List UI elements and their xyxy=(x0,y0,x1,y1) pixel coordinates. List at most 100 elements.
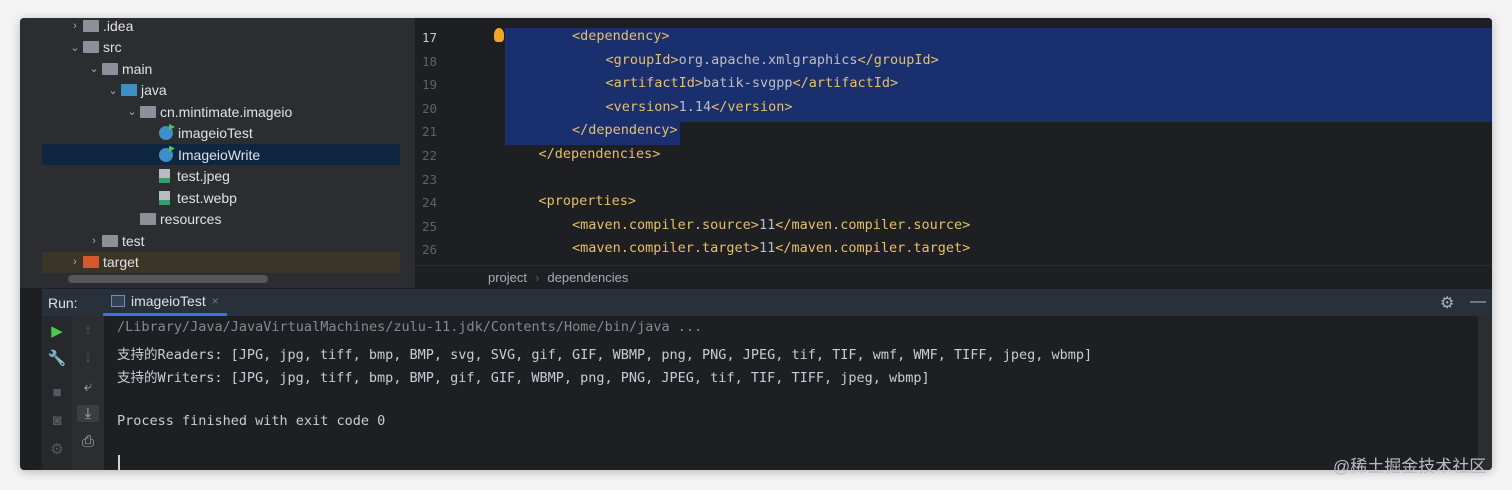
tab-label: imageioTest xyxy=(131,293,206,309)
tree-item-label: test.jpeg xyxy=(177,168,230,184)
tool-window-strip xyxy=(20,18,42,288)
up-arrow-icon[interactable]: ↑ xyxy=(77,322,99,339)
minimize-icon[interactable]: — xyxy=(1470,293,1486,311)
tree-item[interactable]: resources xyxy=(42,209,400,230)
tree-item[interactable]: › .idea xyxy=(42,18,400,36)
breadcrumb-item-dependencies[interactable]: dependencies xyxy=(547,270,628,285)
run-label: Run: xyxy=(48,295,103,311)
code-line: <maven.compiler.target>11</maven.compile… xyxy=(572,240,970,256)
tree-item[interactable]: › test xyxy=(42,230,400,251)
line-number: 22 xyxy=(415,148,437,163)
source-folder-icon xyxy=(121,84,137,96)
code-line: <maven.compiler.source>11</maven.compile… xyxy=(572,217,970,233)
code-tag: <maven.compiler.target> xyxy=(572,240,759,256)
line-number: 19 xyxy=(415,77,437,92)
code-line: <properties> xyxy=(539,193,637,209)
stop-icon[interactable]: ■ xyxy=(46,384,68,401)
code-tag: <groupId> xyxy=(606,52,679,68)
chevron-down-icon[interactable]: ⌄ xyxy=(86,62,102,75)
java-class-icon xyxy=(159,148,173,162)
tree-item-label: ImageioWrite xyxy=(178,147,260,163)
tree-item-label: cn.mintimate.imageio xyxy=(160,104,292,120)
code-tag: </dependency> xyxy=(572,122,678,138)
ide-window: ›.idea⌄src⌄main⌄java⌄cn.mintimate.imagei… xyxy=(20,18,1492,470)
line-number: 26 xyxy=(415,242,437,257)
package-icon xyxy=(140,106,156,118)
line-number: 17 xyxy=(415,30,437,45)
resources-folder-icon xyxy=(140,213,156,225)
line-number: 18 xyxy=(415,54,437,69)
folder-icon xyxy=(102,235,118,247)
code-line: <version>1.14</version> xyxy=(606,99,793,115)
breadcrumb-item-project[interactable]: project xyxy=(488,270,527,285)
tree-item-label: main xyxy=(122,61,152,77)
tree-item-label: java xyxy=(141,82,167,98)
project-tree: ›.idea⌄src⌄main⌄java⌄cn.mintimate.imagei… xyxy=(42,18,415,288)
folder-icon xyxy=(83,41,99,53)
soft-wrap-icon[interactable]: ⤶ xyxy=(77,378,99,395)
code-line: </dependencies> xyxy=(539,146,661,162)
run-console[interactable]: ▶ 🔧 ■ ◙ ⚙ ↑ ↓ ⤶ ⤓ ⎙ /Library/Java/JavaVi… xyxy=(42,316,1492,470)
settings-icon[interactable]: ⚙ xyxy=(46,440,68,458)
editor-gutter: 17181920212223242526 xyxy=(415,18,485,265)
scroll-to-end-icon[interactable]: ⤓ xyxy=(77,405,99,422)
console-line: Process finished with exit code 0 xyxy=(117,413,385,429)
line-number: 23 xyxy=(415,172,437,187)
code-line: <artifactId>batik-svgpp</artifactId> xyxy=(606,75,899,91)
run-actions-bar: ▶ 🔧 ■ ◙ ⚙ xyxy=(42,316,72,470)
code-close: </maven.compiler.target> xyxy=(775,240,970,256)
console-scrollbar[interactable] xyxy=(1478,316,1492,470)
image-file-icon xyxy=(159,191,170,205)
tree-item[interactable]: ImageioWrite xyxy=(42,144,400,165)
run-toolbar: Run: imageioTest × ⚙ — xyxy=(42,289,1492,316)
code-editor[interactable]: <dependency> <groupId>org.apache.xmlgraph… xyxy=(485,18,1492,265)
rerun-icon[interactable]: ▶ xyxy=(46,322,68,340)
tree-horizontal-scrollbar[interactable] xyxy=(68,275,268,283)
chevron-down-icon[interactable]: ⌄ xyxy=(67,41,83,54)
down-arrow-icon[interactable]: ↓ xyxy=(77,349,99,366)
code-close: </version> xyxy=(711,99,792,115)
chevron-right-icon[interactable]: › xyxy=(67,256,83,268)
lightbulb-icon[interactable] xyxy=(494,28,504,42)
tree-item[interactable]: ›target xyxy=(42,252,400,273)
tree-item[interactable]: ⌄ cn.mintimate.imageio xyxy=(42,101,400,122)
breadcrumb: project › dependencies xyxy=(415,265,1492,289)
code-tag: </dependencies> xyxy=(539,146,661,162)
tree-item-label: test xyxy=(122,233,145,249)
watermark: @稀土掘金技术社区 xyxy=(1333,452,1486,477)
tab-imageiotest[interactable]: imageioTest × xyxy=(103,289,227,316)
line-number: 21 xyxy=(415,124,437,139)
gear-icon[interactable]: ⚙ xyxy=(1440,293,1454,313)
tree-item[interactable]: ⌄ src xyxy=(42,37,400,58)
command-link[interactable]: /Library/Java/JavaVirtualMachines/zulu-1… xyxy=(117,319,702,335)
code-text: 11 xyxy=(759,240,775,256)
code-tag: <dependency> xyxy=(572,28,670,44)
code-close: </groupId> xyxy=(857,52,938,68)
code-line: </dependency> xyxy=(572,122,678,138)
code-tag: <maven.compiler.source> xyxy=(572,217,759,233)
code-tag: <artifactId> xyxy=(606,75,704,91)
tree-item[interactable]: test.webp xyxy=(42,187,400,208)
camera-icon[interactable]: ◙ xyxy=(46,412,68,429)
tree-item[interactable]: imageioTest xyxy=(42,123,400,144)
tree-item-label: src xyxy=(103,39,122,55)
code-tag: <version> xyxy=(606,99,679,115)
chevron-right-icon[interactable]: › xyxy=(86,235,102,247)
tree-item-label: imageioTest xyxy=(178,125,253,141)
tree-item-label: .idea xyxy=(103,18,133,34)
console-icon xyxy=(111,295,125,307)
wrench-icon[interactable]: 🔧 xyxy=(46,349,68,367)
print-icon[interactable]: ⎙ xyxy=(77,433,99,450)
code-text: 11 xyxy=(759,217,775,233)
text-cursor xyxy=(118,455,120,470)
tree-item[interactable]: ⌄ java xyxy=(42,80,400,101)
close-tab-icon[interactable]: × xyxy=(212,294,219,308)
chevron-right-icon[interactable]: › xyxy=(67,20,83,32)
image-file-icon xyxy=(159,169,170,183)
chevron-down-icon[interactable]: ⌄ xyxy=(105,84,121,97)
code-line: <groupId>org.apache.xmlgraphics</groupId… xyxy=(606,52,939,68)
tree-item[interactable]: test.jpeg xyxy=(42,166,400,187)
tree-item[interactable]: ⌄ main xyxy=(42,58,400,79)
line-number: 20 xyxy=(415,101,437,116)
chevron-down-icon[interactable]: ⌄ xyxy=(124,105,140,118)
